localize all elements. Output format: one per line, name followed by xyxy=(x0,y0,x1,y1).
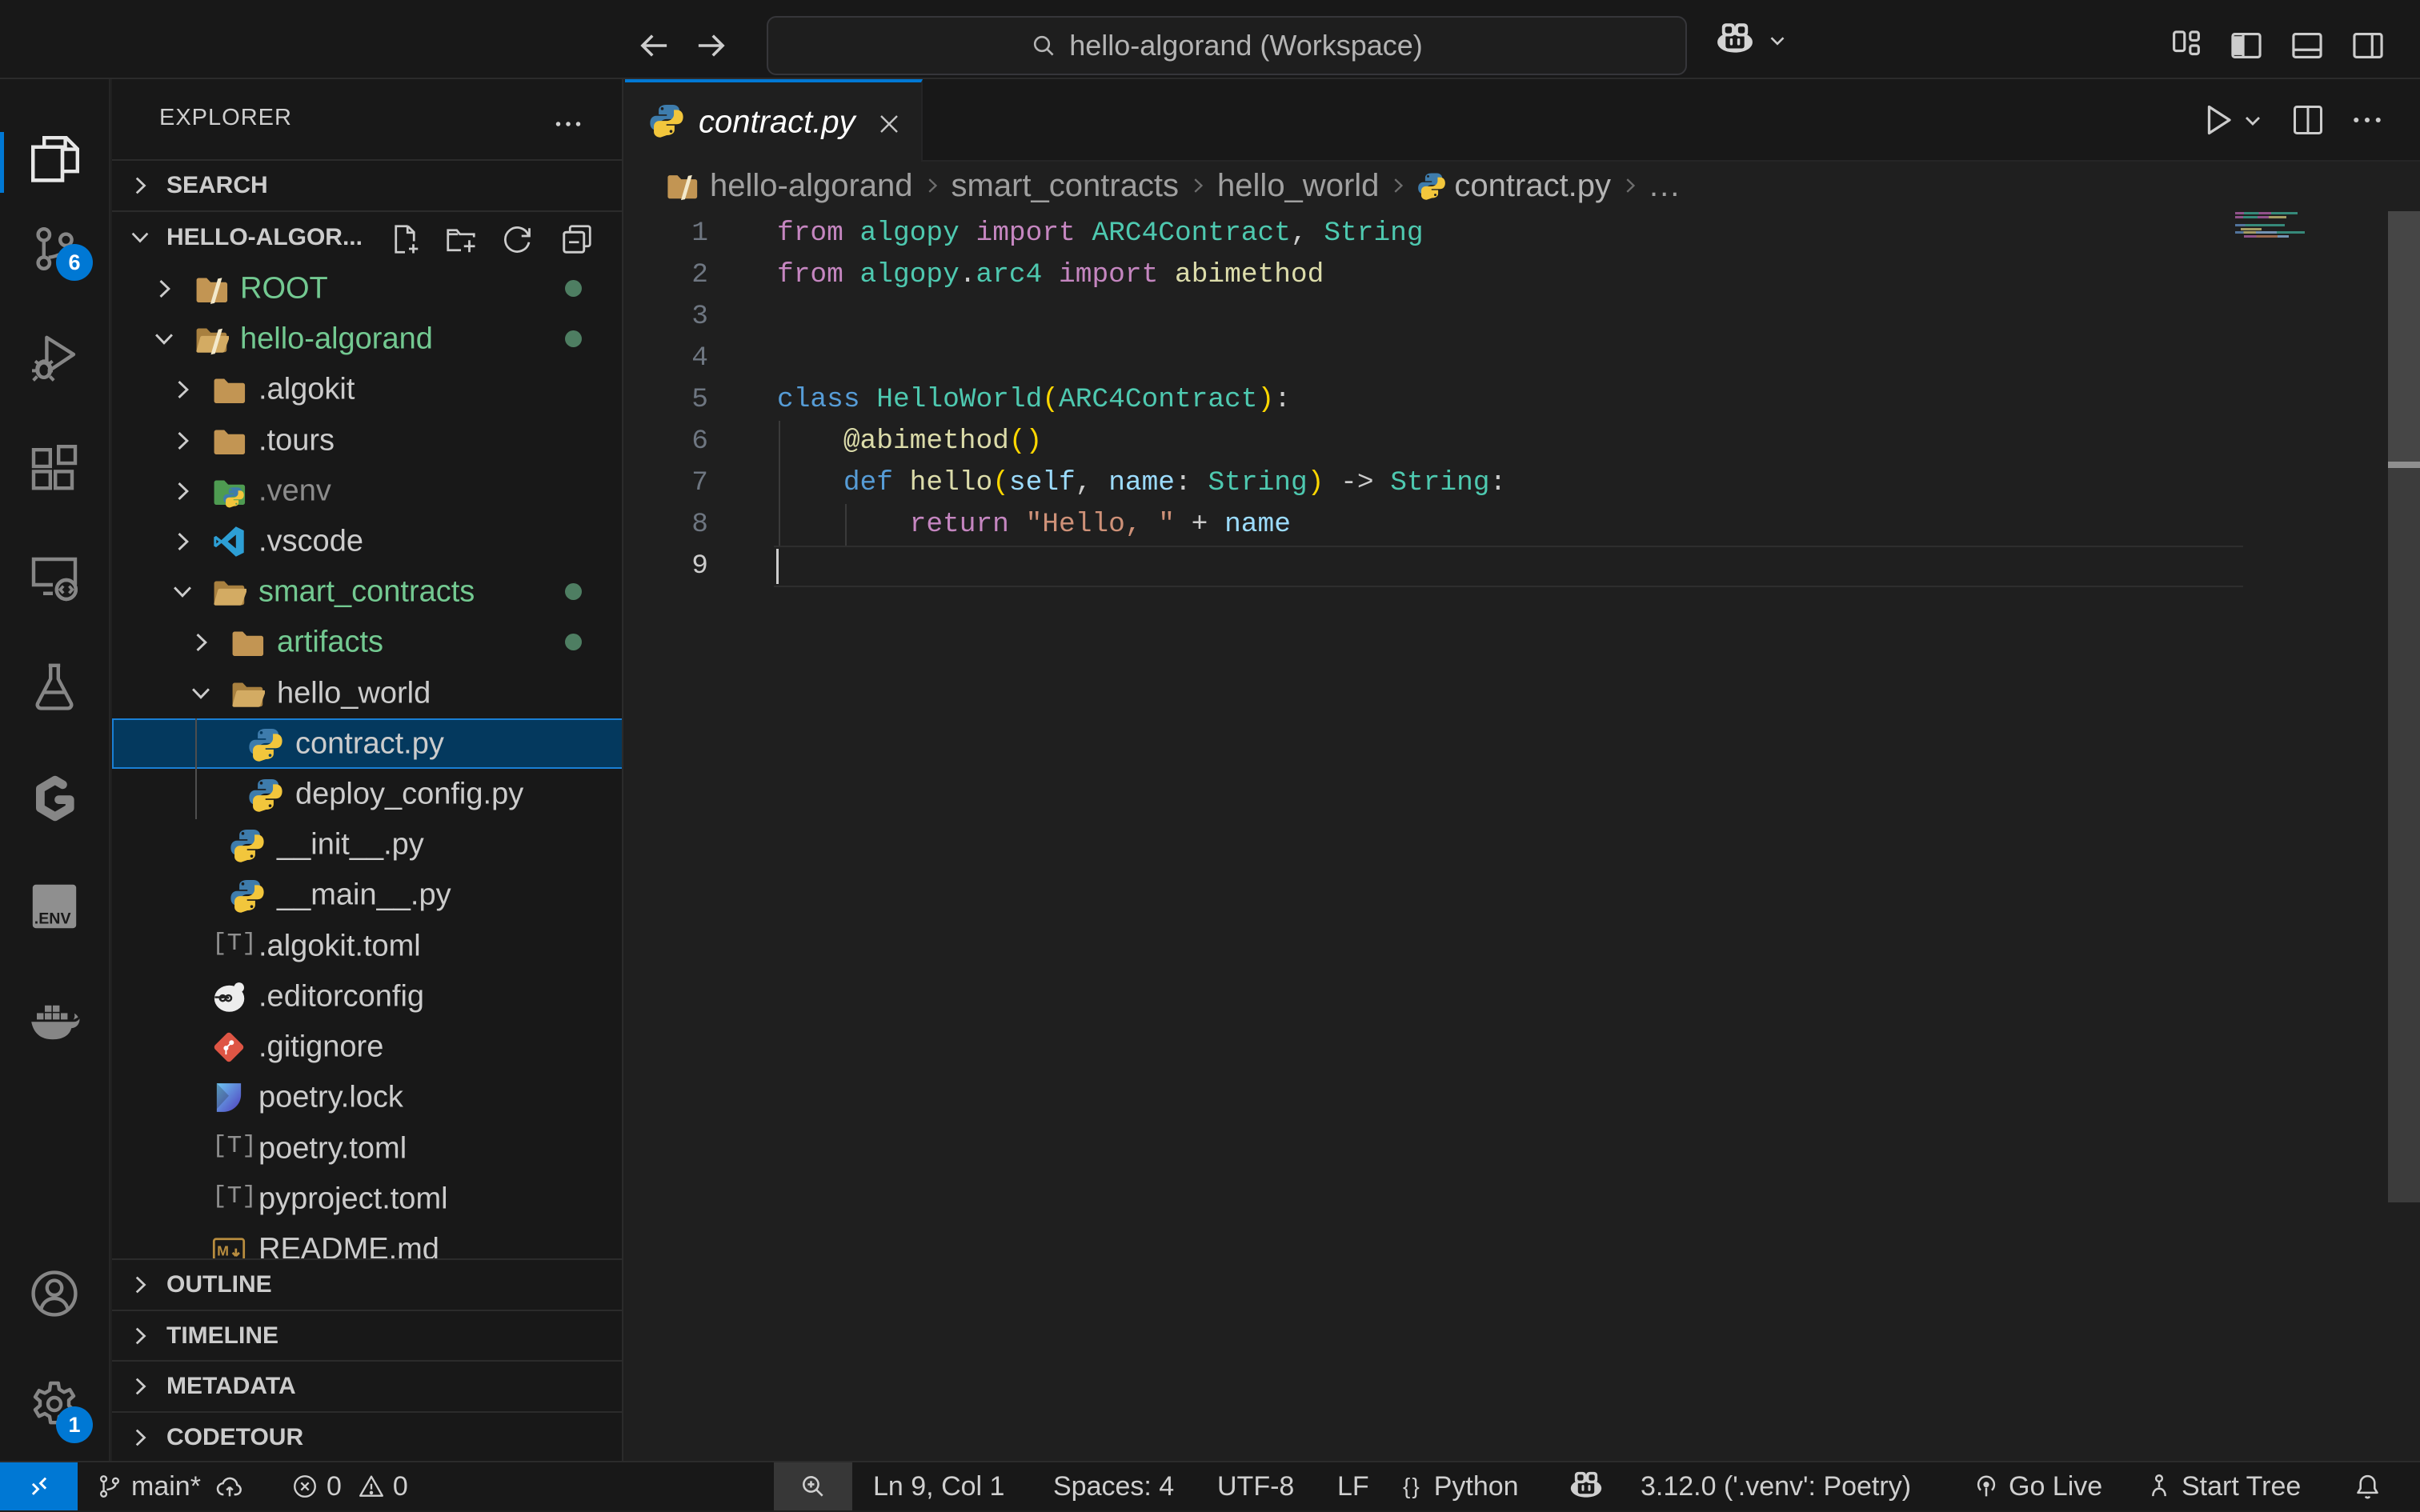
svg-text:.ENV: .ENV xyxy=(34,910,71,928)
svg-text:M: M xyxy=(217,1243,229,1259)
